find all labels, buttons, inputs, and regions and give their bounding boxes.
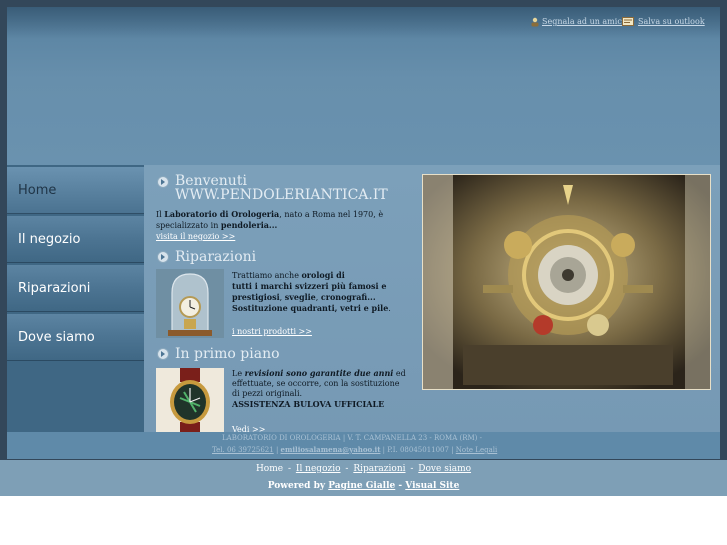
bottom-nav-riparazioni[interactable]: Riparazioni [353,464,405,474]
featured-text: Le revisioni sono garantite due anni ed … [232,368,406,409]
section-bullet-icon [157,176,169,188]
repairs-text: Trattiamo anche orologi di tutti i march… [232,270,391,313]
bottom-nav-separator: - [345,464,349,474]
clock-movement-photo [422,174,711,390]
sidebar-item-riparazioni[interactable]: Riparazioni [7,265,144,312]
welcome-title-line2: WWW.PENDOLERIANTICA.IT [175,187,388,203]
repairs-title: Riparazioni [175,249,257,265]
welcome-text: Il Laboratorio di Orologeria, nato a Rom… [156,209,384,230]
bottom-nav-dove-siamo[interactable]: Dove siamo [418,464,471,474]
products-link[interactable]: i nostri prodotti >> [232,327,312,336]
footer-email-link[interactable]: emiliosalamena@yahoo.it [281,445,381,454]
powered-by-label: Powered by [267,481,326,491]
visual-site-link[interactable]: Visual Site [405,481,459,491]
bottom-nav-negozio[interactable]: Il negozio [296,464,341,474]
bottom-nav-home[interactable]: Home [256,464,283,474]
pagine-gialle-link[interactable]: Pagine Gialle [328,481,395,491]
section-bullet-icon [157,348,169,360]
visit-shop-link[interactable]: visita il negozio >> [156,232,235,241]
outlook-card-icon [622,17,634,26]
featured-title: In primo piano [175,346,280,362]
bottom-nav-separator: - [410,464,414,474]
recommend-link[interactable]: Segnala ad un amico [542,17,627,26]
outlook-link[interactable]: Salva su outlook [638,17,705,26]
clock-dome-image [156,269,224,338]
footer-contacts: Tel. 06 39725621 | emiliosalamena@yahoo.… [212,445,498,454]
bottom-nav-separator: - [287,464,292,474]
bottom-nav: Home - Il negozio - Riparazioni - Dove s… [0,464,727,474]
user-icon [531,17,539,27]
sidebar-item-negozio[interactable]: Il negozio [7,216,144,263]
footer-address: LABORATORIO DI OROLOGERIA | V. T. CAMPAN… [222,434,482,442]
sidebar-item-dove-siamo[interactable]: Dove siamo [7,314,144,361]
footer-legal-link[interactable]: Note Legali [456,446,497,454]
sidebar: Home Il negozio Riparazioni Dove siamo [7,165,144,432]
powered-separator: - [398,481,403,491]
section-bullet-icon [157,251,169,263]
footer-phone-link[interactable]: Tel. 06 39725621 [212,446,274,454]
bulova-watch-image [156,368,224,436]
sidebar-item-home[interactable]: Home [7,167,144,214]
powered-by: Powered by Pagine Gialle - Visual Site [0,481,727,491]
